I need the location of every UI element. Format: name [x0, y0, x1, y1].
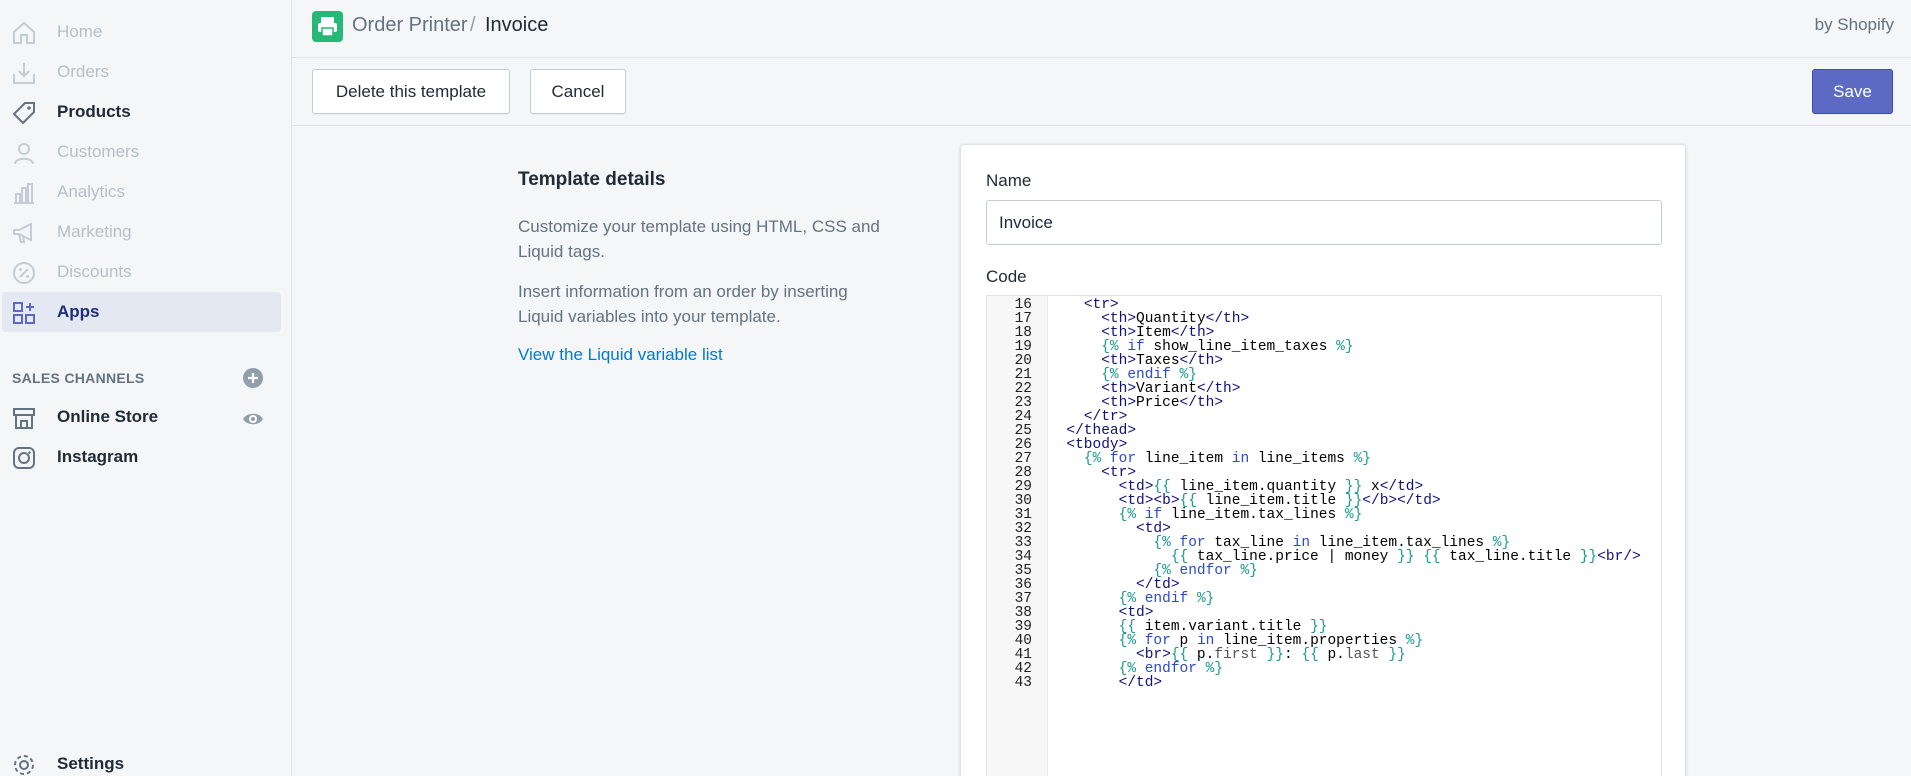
sidebar-item-marketing[interactable]: Marketing	[2, 212, 281, 252]
page-title: Invoice	[485, 14, 549, 36]
tag-icon	[11, 100, 37, 126]
section-description: Customize your template using HTML, CSS …	[518, 217, 880, 261]
breadcrumb-separator: /	[470, 14, 476, 36]
instagram-icon	[11, 445, 37, 471]
sidebar-item-label: Apps	[57, 302, 100, 321]
breadcrumb-app[interactable]: Order Printer	[352, 14, 468, 37]
code-line: 43 </td>	[987, 675, 1661, 692]
sidebar-item-analytics[interactable]: Analytics	[2, 172, 281, 212]
add-channel-icon[interactable]	[242, 367, 264, 389]
sidebar-item-settings[interactable]: Settings	[2, 744, 281, 776]
by-shopify-label: by Shopify	[1814, 15, 1894, 34]
sidebar: Home Orders Products Customers Analytics…	[0, 0, 292, 776]
cancel-button[interactable]: Cancel	[530, 69, 626, 114]
store-icon	[11, 405, 37, 431]
sidebar-item-home[interactable]: Home	[2, 12, 281, 52]
sidebar-item-label: Home	[57, 22, 103, 41]
sidebar-item-label: Analytics	[57, 182, 126, 201]
sidebar-item-label: Instagram	[57, 447, 139, 466]
top-bar: Order Printer / Invoice by Shopify	[292, 0, 1911, 58]
orders-icon	[11, 60, 37, 86]
code-editor[interactable]: 16 <tr> 17 <th>Quantity</th> 18 <th>Item</…	[986, 295, 1662, 776]
eye-icon[interactable]	[242, 408, 264, 430]
megaphone-icon	[11, 220, 37, 246]
liquid-variable-list-link[interactable]: View the Liquid variable list	[518, 345, 723, 365]
template-card: Name Code 16 <tr>17 <th>Quantity</th>18 …	[960, 144, 1686, 776]
name-label: Name	[986, 171, 1032, 190]
discount-icon	[11, 260, 37, 286]
action-bar: Delete this template Cancel Save	[292, 58, 1911, 126]
line-number: 43	[1014, 675, 1032, 691]
gear-icon	[11, 752, 37, 776]
line-code: </td>	[1118, 675, 1163, 691]
apps-icon	[11, 300, 37, 326]
sidebar-item-label: Customers	[57, 142, 140, 161]
code-label: Code	[986, 267, 1027, 286]
section-title: Template details	[518, 169, 666, 190]
save-button[interactable]: Save	[1812, 69, 1893, 114]
sidebar-item-apps[interactable]: Apps	[2, 292, 281, 332]
sidebar-item-products[interactable]: Products	[2, 92, 281, 132]
sidebar-item-orders[interactable]: Orders	[2, 52, 281, 92]
bar-chart-icon	[11, 180, 37, 206]
delete-template-button[interactable]: Delete this template	[312, 69, 510, 114]
sidebar-item-label: Online Store	[57, 407, 159, 426]
person-icon	[11, 140, 37, 166]
sidebar-item-online-store[interactable]: Online Store	[2, 397, 281, 437]
sidebar-item-discounts[interactable]: Discounts	[2, 252, 281, 292]
section-description: Insert information from an order by inse…	[518, 282, 848, 326]
sidebar-item-label: Discounts	[57, 262, 132, 281]
name-field[interactable]	[986, 200, 1662, 245]
home-icon	[11, 20, 37, 46]
sidebar-item-label: Orders	[57, 62, 109, 81]
sidebar-item-label: Settings	[57, 754, 125, 773]
sidebar-item-customers[interactable]: Customers	[2, 132, 281, 172]
sales-channels-heading: SALES CHANNELS	[12, 370, 145, 386]
printer-icon	[312, 11, 343, 42]
sidebar-item-instagram[interactable]: Instagram	[2, 437, 281, 477]
sidebar-item-label: Marketing	[57, 222, 132, 241]
sidebar-item-label: Products	[57, 102, 131, 121]
